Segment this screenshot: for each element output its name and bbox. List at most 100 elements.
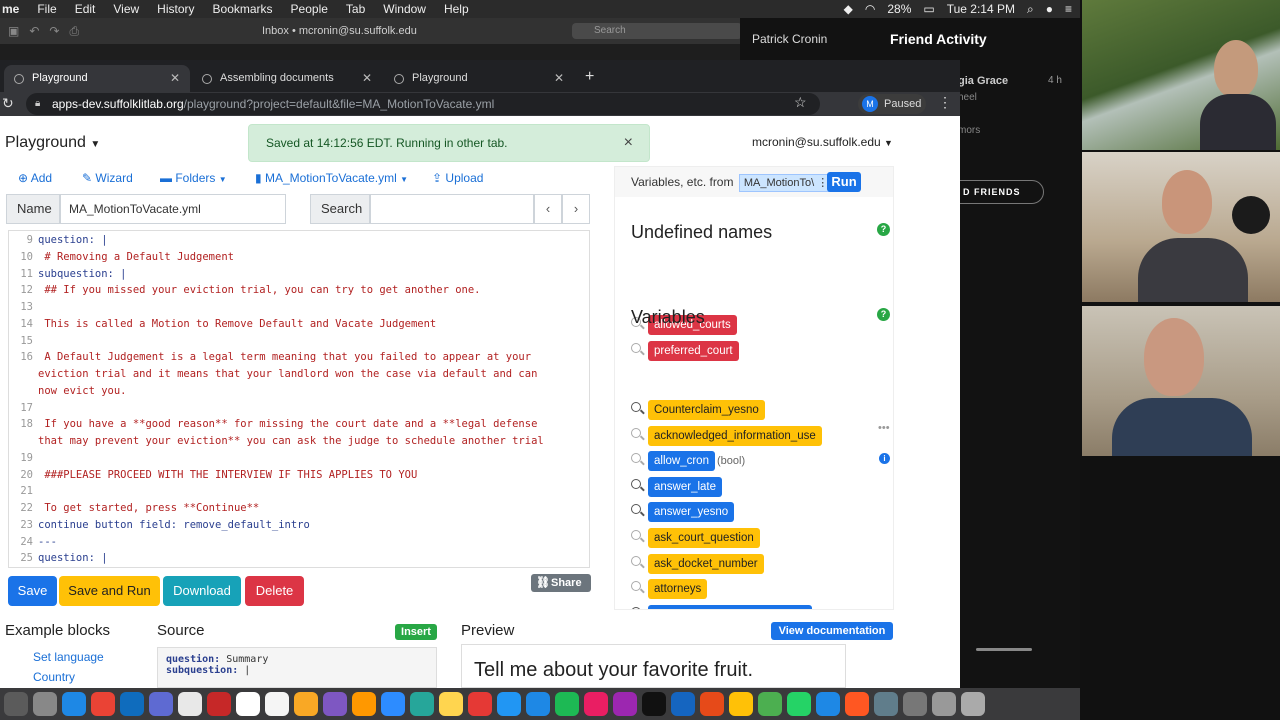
dock-app-icon[interactable]	[613, 692, 637, 716]
undo-icon[interactable]: ↶	[29, 24, 39, 39]
dock-app-icon[interactable]	[729, 692, 753, 716]
code-line[interactable]: now evict you.	[9, 383, 589, 400]
new-tab-icon[interactable]: +	[585, 68, 594, 86]
code-line[interactable]: 14 This is called a Motion to Remove Def…	[9, 316, 589, 333]
dock-app-icon[interactable]	[33, 692, 57, 716]
dock-app-icon[interactable]	[700, 692, 724, 716]
dock-app-icon[interactable]	[410, 692, 434, 716]
magnifier-icon[interactable]	[631, 343, 641, 353]
close-tab-icon[interactable]: ✕	[554, 65, 564, 92]
variable-badge[interactable]: answer_late	[648, 476, 723, 497]
undefined-name-badge[interactable]: preferred_court	[648, 341, 739, 361]
magnifier-icon[interactable]	[631, 504, 641, 515]
variable-badge[interactable]: Counterclaim_yesno	[648, 400, 765, 420]
code-line[interactable]: 12 ## If you missed your eviction trial,…	[9, 282, 589, 299]
dock-app-icon[interactable]	[294, 692, 318, 716]
help-icon[interactable]: ?	[877, 223, 890, 236]
dock-app-icon[interactable]	[874, 692, 898, 716]
dock-app-icon[interactable]	[816, 692, 840, 716]
code-line[interactable]: 19	[9, 450, 589, 467]
search-prev-button[interactable]: ‹	[534, 194, 562, 224]
friend-name[interactable]: gia Grace	[958, 75, 1008, 87]
variable-badge[interactable]: ask_docket_number	[648, 553, 764, 574]
magnifier-icon[interactable]	[631, 606, 641, 609]
dropbox-icon[interactable]: ◆	[844, 0, 853, 18]
video-tile-2[interactable]	[1082, 152, 1280, 302]
dock-app-icon[interactable]	[961, 692, 985, 716]
playground-menu[interactable]: Playground ▼	[5, 134, 100, 152]
code-line[interactable]: eviction trial and it means that your la…	[9, 366, 589, 383]
dock-app-icon[interactable]	[584, 692, 608, 716]
video-tile-1[interactable]	[1082, 0, 1280, 150]
variable-badge[interactable]: acknowledged_information_use	[648, 425, 822, 446]
save-and-run-button[interactable]: Save and Run	[59, 576, 160, 606]
clock[interactable]: Tue 2:14 PM	[947, 0, 1015, 18]
dock-app-icon[interactable]	[265, 692, 289, 716]
menu-view[interactable]: View	[104, 0, 148, 18]
add-button[interactable]: ⊕ Add	[18, 171, 52, 185]
filename-input[interactable]: MA_MotionToVacate.yml	[60, 194, 286, 224]
battery-percent[interactable]: 28%	[887, 0, 911, 18]
profile-button[interactable]: M Paused	[858, 94, 926, 114]
variable-badge[interactable]: ask_court_question	[648, 528, 760, 548]
magnifier-icon[interactable]	[631, 478, 641, 489]
upload-button[interactable]: ⇪ Upload	[432, 171, 483, 185]
example-set-language[interactable]: Set language	[33, 650, 104, 664]
example-country[interactable]: Country	[33, 670, 75, 684]
menu-bookmarks[interactable]: Bookmarks	[204, 0, 282, 18]
help-icon[interactable]: ?	[877, 308, 890, 321]
mail-search-input[interactable]: Search	[572, 23, 742, 39]
info-icon[interactable]: i	[879, 453, 890, 464]
file-select[interactable]: MA_MotionTo\ ⋮	[738, 174, 834, 192]
code-line[interactable]: 22 To get started, press **Continue**	[9, 500, 589, 517]
app-menu[interactable]: me	[0, 0, 28, 18]
code-line[interactable]: 20 ###PLEASE PROCEED WITH THE INTERVIEW …	[9, 467, 589, 484]
share-button[interactable]: ⛓︎ Share	[531, 574, 591, 592]
code-editor[interactable]: 9 question: | 10 # Removing a Default Judg…	[8, 230, 590, 568]
bookmark-star-icon[interactable]: ☆	[794, 94, 807, 111]
menu-people[interactable]: People	[282, 0, 337, 18]
insert-button[interactable]: Insert	[395, 624, 437, 640]
dock-app-icon[interactable]	[352, 692, 376, 716]
menu-file[interactable]: File	[28, 0, 65, 18]
variable-badge[interactable]: basic_questions_intro_screen	[648, 604, 813, 609]
volume-slider[interactable]	[976, 648, 1032, 651]
menu-help[interactable]: Help	[435, 0, 478, 18]
magnifier-icon[interactable]	[631, 530, 641, 540]
dock-app-icon[interactable]	[149, 692, 173, 716]
magnifier-icon[interactable]	[631, 402, 641, 412]
code-line[interactable]: 13	[9, 299, 589, 316]
download-button[interactable]: Download	[163, 576, 241, 606]
dock-app-icon[interactable]	[120, 692, 144, 716]
search-next-button[interactable]: ›	[562, 194, 590, 224]
code-line[interactable]: 21	[9, 483, 589, 500]
dock-app-icon[interactable]	[323, 692, 347, 716]
menu-tab[interactable]: Tab	[337, 0, 374, 18]
dock-app-icon[interactable]	[4, 692, 28, 716]
battery-icon[interactable]: ▭	[923, 0, 934, 18]
wizard-button[interactable]: ✎ Wizard	[82, 171, 133, 185]
search-input[interactable]	[370, 194, 534, 224]
video-tile-3[interactable]	[1082, 306, 1280, 456]
dock-app-icon[interactable]	[381, 692, 405, 716]
code-line[interactable]: 17	[9, 400, 589, 417]
browser-tab-2[interactable]: Assembling documents ✕	[192, 65, 382, 92]
dock-app-icon[interactable]	[642, 692, 666, 716]
variable-badge[interactable]: answer_yesno	[648, 502, 735, 523]
dock-app-icon[interactable]	[62, 692, 86, 716]
more-icon[interactable]: •••	[878, 422, 890, 434]
close-tab-icon[interactable]: ✕	[170, 65, 180, 92]
user-menu[interactable]: mcronin@su.suffolk.edu ▼	[752, 135, 893, 149]
dock-app-icon[interactable]	[207, 692, 231, 716]
save-button[interactable]: Save	[8, 576, 57, 606]
variable-badge[interactable]: allow_cron	[648, 451, 715, 472]
print-icon[interactable]: ⎙	[69, 24, 79, 39]
control-center-icon[interactable]: ≡	[1065, 0, 1072, 18]
browser-tab-3[interactable]: Playground ✕	[384, 65, 574, 92]
dock-app-icon[interactable]	[758, 692, 782, 716]
dock-app-icon[interactable]	[468, 692, 492, 716]
run-button[interactable]: Run	[827, 172, 861, 192]
code-line[interactable]: 16 A Default Judgement is a legal term m…	[9, 349, 589, 366]
code-line[interactable]: 23 continue button field: remove_default_…	[9, 517, 589, 534]
spotify-user[interactable]: Patrick Cronin	[752, 32, 827, 46]
